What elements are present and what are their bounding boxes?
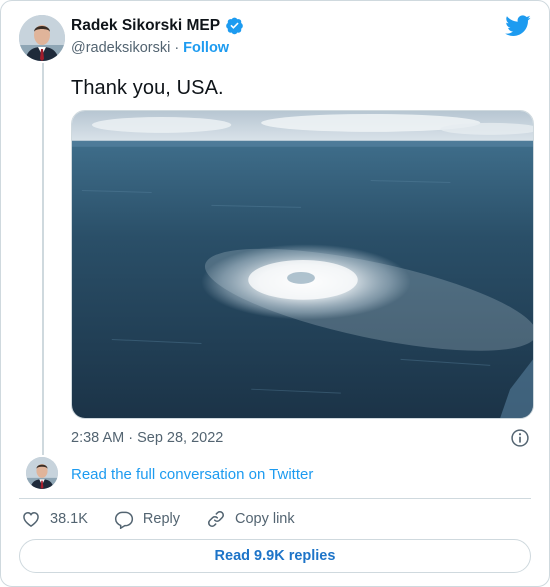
reply-bubble-icon <box>114 511 133 529</box>
author-name-row: Radek Sikorski MEP <box>71 16 244 35</box>
copy-link-button[interactable]: Copy link <box>206 509 295 529</box>
follow-button[interactable]: Follow <box>183 40 229 56</box>
divider <box>19 498 531 499</box>
tweet-photo[interactable] <box>71 110 534 419</box>
twitter-bird-icon[interactable] <box>505 15 531 37</box>
read-replies-button[interactable]: Read 9.9K replies <box>19 539 531 573</box>
reply-label: Reply <box>142 511 180 527</box>
info-icon[interactable] <box>510 428 530 448</box>
viewer-avatar[interactable] <box>26 457 58 489</box>
like-button[interactable]: 38.1K <box>21 509 88 529</box>
read-conversation-link[interactable]: Read the full conversation on Twitter <box>71 466 313 483</box>
reply-button[interactable]: Reply <box>114 509 180 529</box>
like-count: 38.1K <box>50 511 88 527</box>
tweet-timestamp[interactable]: 2:38 AM · Sep 28, 2022 <box>71 430 223 446</box>
author-handle[interactable]: @radeksikorski <box>71 40 170 56</box>
copy-link-label: Copy link <box>234 511 295 527</box>
tweet-card: Radek Sikorski MEP @radeksikorski · Foll… <box>0 0 550 587</box>
verified-badge-icon <box>225 16 244 35</box>
tweet-actions: 38.1K Reply Copy link <box>21 509 295 529</box>
handle-separator: · <box>174 40 180 56</box>
tweet-text: Thank you, USA. <box>71 77 224 99</box>
heart-icon <box>23 511 39 527</box>
link-icon <box>207 511 224 527</box>
author-avatar[interactable] <box>19 15 65 61</box>
author-display-name[interactable]: Radek Sikorski MEP <box>71 17 220 35</box>
thread-line <box>42 63 44 455</box>
author-handle-row: @radeksikorski · Follow <box>71 40 229 56</box>
